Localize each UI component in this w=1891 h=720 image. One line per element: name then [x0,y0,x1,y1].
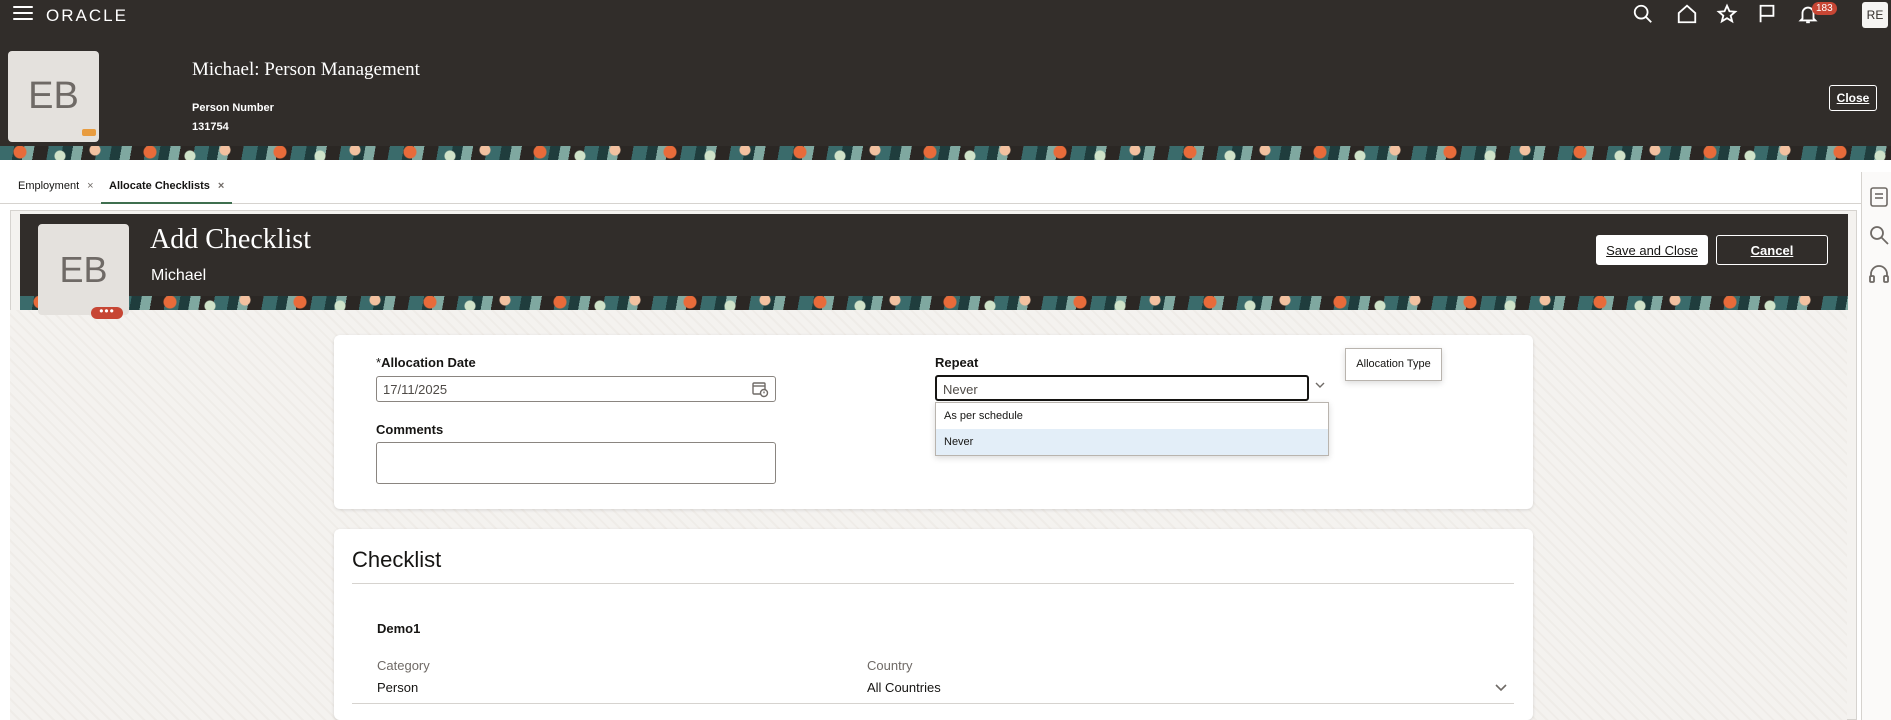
list-panel-icon[interactable] [1868,186,1890,208]
person-avatar-badge [82,129,96,136]
menu-icon[interactable] [13,6,33,22]
category-value: Person [377,680,419,695]
repeat-dropdown-list: As per schedule Never [935,402,1329,456]
tab-employment[interactable]: Employment × [18,180,94,204]
notifications-count-badge: 183 [1812,2,1837,15]
allocation-date-label: *Allocation Date [376,355,476,370]
close-button[interactable]: Close [1829,85,1877,111]
category-label: Category [377,658,430,673]
page-subtitle: Michael [151,267,207,284]
checklist-item-name: Demo1 [377,621,421,636]
tab-employment-close-icon[interactable]: × [87,180,93,192]
right-rail [1861,172,1891,720]
allocation-type-tooltip: Allocation Type [1345,348,1442,381]
checklist-section-title: Checklist [352,547,442,572]
page-avatar: EB [38,224,129,315]
person-title: Michael: Person Management [192,59,420,80]
header-pattern-banner [0,146,1891,160]
headset-help-icon[interactable] [1868,264,1890,286]
global-header: ORACLE 183 RE [0,0,1891,28]
home-icon[interactable] [1676,3,1700,27]
tab-allocate-checklists-label: Allocate Checklists [109,180,210,192]
expand-chevron-down-icon[interactable] [1494,680,1508,694]
section-divider [352,583,1514,584]
tab-allocate-checklists-close-icon[interactable]: × [218,180,224,192]
flag-icon[interactable] [1756,3,1780,27]
page-title: Add Checklist [150,224,311,255]
repeat-select[interactable]: Never [935,375,1309,401]
allocation-date-input[interactable]: 17/11/2025 [376,376,776,402]
tab-employment-label: Employment [18,180,80,192]
country-label: Country [867,658,913,673]
person-avatar-initials: EB [28,75,79,117]
search-panel-icon[interactable] [1868,224,1890,246]
person-header: Close [0,28,1891,146]
more-actions-button[interactable]: ••• [91,305,123,319]
comments-label: Comments [376,422,444,437]
person-avatar: EB [8,51,99,142]
person-number-label: Person Number [192,102,274,114]
oracle-logo[interactable]: ORACLE [46,6,128,26]
person-number-value: 131754 [192,121,229,133]
country-value: All Countries [867,680,941,695]
favorites-star-icon[interactable] [1716,3,1740,27]
cancel-button[interactable]: Cancel [1716,235,1828,265]
tab-bar: Employment × Allocate Checklists × [0,172,1891,204]
calendar-icon[interactable] [751,380,769,398]
item-divider [352,703,1514,704]
repeat-label: Repeat [935,355,979,370]
comments-textarea[interactable] [376,442,776,484]
repeat-option-never[interactable]: Never [936,429,1328,455]
allocation-date-label-text: Allocation Date [381,355,476,370]
save-and-close-button[interactable]: Save and Close [1596,235,1708,265]
repeat-option-as-per-schedule[interactable]: As per schedule [936,403,1328,429]
search-icon[interactable] [1632,3,1656,27]
repeat-chevron-down-icon[interactable] [1307,375,1333,401]
user-avatar[interactable]: RE [1862,2,1888,28]
page-header-pattern-banner [20,296,1848,310]
tab-allocate-checklists[interactable]: Allocate Checklists × [101,180,233,204]
